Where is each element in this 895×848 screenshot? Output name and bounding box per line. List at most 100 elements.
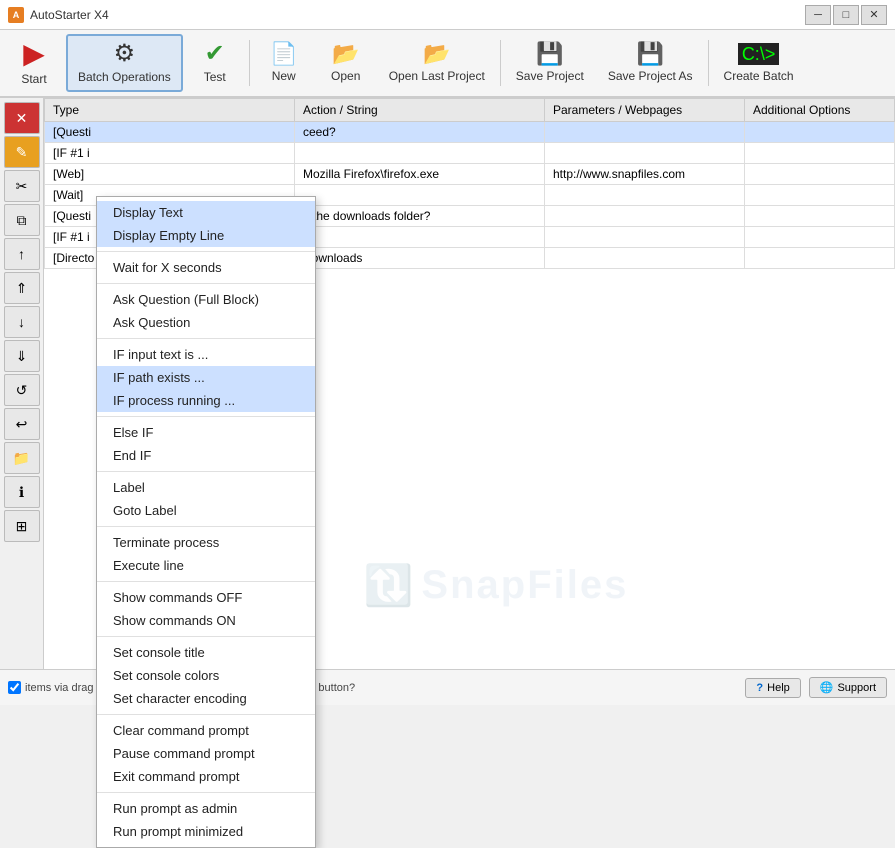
menu-item-show-commands-on[interactable]: Show commands ON [97, 609, 315, 632]
save-as-label: Save Project As [608, 69, 693, 83]
menu-item-set-char-encoding[interactable]: Set character encoding [97, 687, 315, 710]
batch-operations-button[interactable]: ⚙ Batch Operations [66, 34, 183, 92]
table-row[interactable]: [Questiceed? [45, 122, 895, 143]
scissors-button[interactable]: ✂ [4, 170, 40, 202]
menu-item-pause-command-prompt[interactable]: Pause command prompt [97, 742, 315, 765]
menu-item-display-text[interactable]: Display Text [97, 201, 315, 224]
create-batch-button[interactable]: C:\> Create Batch [713, 34, 805, 92]
save-button[interactable]: 💾 Save Project [505, 34, 595, 92]
table-cell: ceed? [295, 122, 545, 143]
table-cell: Mozilla Firefox\firefox.exe [295, 164, 545, 185]
menu-separator [97, 636, 315, 637]
table-cell [295, 143, 545, 164]
help-icon: ? [756, 682, 763, 694]
start-button[interactable]: ▶ Start [4, 34, 64, 92]
support-button[interactable]: 🌐 Support [809, 677, 887, 698]
table-cell [745, 206, 895, 227]
table-row[interactable]: [Web]Mozilla Firefox\firefox.exehttp://w… [45, 164, 895, 185]
delete-button[interactable]: ✕ [4, 102, 40, 134]
menu-item-display-empty-line[interactable]: Display Empty Line [97, 224, 315, 247]
menu-item-set-console-title[interactable]: Set console title [97, 641, 315, 664]
table-cell [545, 185, 745, 206]
move-down-button[interactable]: ↓ [4, 306, 40, 338]
table-cell [545, 206, 745, 227]
folder-button[interactable]: 📁 [4, 442, 40, 474]
support-icon: 🌐 [820, 681, 834, 694]
menu-item-if-process-running[interactable]: IF process running ... [97, 389, 315, 412]
toolbar-sep-1 [249, 40, 250, 86]
save-label: Save Project [516, 69, 584, 83]
batch-icon: ⚙ [114, 42, 136, 66]
help-button[interactable]: ? Help [745, 678, 800, 698]
table-cell [745, 248, 895, 269]
menu-item-else-if[interactable]: Else IF [97, 421, 315, 444]
move-bottom-button[interactable]: ⇓ [4, 340, 40, 372]
create-batch-label: Create Batch [724, 69, 794, 83]
main-content: ✕ ✎ ✂ ⧉ ↑ ⇑ ↓ ⇓ ↺ ↩ 📁 ℹ ⊞ 🔃 SnapFiles Ty… [0, 98, 895, 669]
maximize-button[interactable]: □ [833, 5, 859, 25]
menu-item-show-commands-off[interactable]: Show commands OFF [97, 586, 315, 609]
menu-item-run-prompt-admin[interactable]: Run prompt as admin [97, 797, 315, 820]
test-icon: ✔ [205, 42, 225, 66]
menu-item-terminate-process[interactable]: Terminate process [97, 531, 315, 554]
col-params: Parameters / Webpages [545, 99, 745, 122]
menu-item-ask-question-full[interactable]: Ask Question (Full Block) [97, 288, 315, 311]
watermark: 🔃 SnapFiles [364, 562, 629, 609]
copy-button[interactable]: ⧉ [4, 204, 40, 236]
menu-item-set-console-colors[interactable]: Set console colors [97, 664, 315, 687]
edit-button[interactable]: ✎ [4, 136, 40, 168]
move-top-button[interactable]: ⇑ [4, 272, 40, 304]
help-label: Help [767, 682, 790, 694]
test-button[interactable]: ✔ Test [185, 34, 245, 92]
save-as-button[interactable]: 💾 Save Project As [597, 34, 704, 92]
undo-button[interactable]: ↩ [4, 408, 40, 440]
open-last-label: Open Last Project [389, 69, 485, 83]
menu-separator [97, 251, 315, 252]
grid-button[interactable]: ⊞ [4, 510, 40, 542]
menu-separator [97, 283, 315, 284]
menu-item-exit-command-prompt[interactable]: Exit command prompt [97, 765, 315, 788]
menu-separator [97, 338, 315, 339]
batch-label: Batch Operations [78, 70, 171, 84]
menu-item-ask-question[interactable]: Ask Question [97, 311, 315, 334]
table-cell: [Web] [45, 164, 295, 185]
table-cell [545, 143, 745, 164]
menu-item-wait-for-x[interactable]: Wait for X seconds [97, 256, 315, 279]
close-button[interactable]: ✕ [861, 5, 887, 25]
menu-separator [97, 526, 315, 527]
table-cell [745, 227, 895, 248]
refresh-button[interactable]: ↺ [4, 374, 40, 406]
menu-item-run-prompt-minimized[interactable]: Run prompt minimized [97, 820, 315, 843]
menu-item-execute-line[interactable]: Execute line [97, 554, 315, 577]
table-row[interactable]: [IF #1 i [45, 143, 895, 164]
menu-separator [97, 792, 315, 793]
minimize-button[interactable]: ─ [805, 5, 831, 25]
table-cell [745, 185, 895, 206]
open-label: Open [331, 69, 360, 83]
create-batch-icon: C:\> [738, 43, 780, 65]
menu-item-clear-command-prompt[interactable]: Clear command prompt [97, 719, 315, 742]
table-cell [745, 164, 895, 185]
col-action: Action / String [295, 99, 545, 122]
new-button[interactable]: 📄 New [254, 34, 314, 92]
sidebar: ✕ ✎ ✂ ⧉ ↑ ⇑ ↓ ⇓ ↺ ↩ 📁 ℹ ⊞ [0, 98, 44, 669]
toolbar-sep-3 [708, 40, 709, 86]
open-button[interactable]: 📂 Open [316, 34, 376, 92]
table-cell: [Questi [45, 122, 295, 143]
open-last-button[interactable]: 📂 Open Last Project [378, 34, 496, 92]
move-up-button[interactable]: ↑ [4, 238, 40, 270]
test-label: Test [204, 70, 226, 84]
watermark-icon: 🔃 [364, 562, 414, 609]
menu-separator [97, 714, 315, 715]
menu-item-if-input-text[interactable]: IF input text is ... [97, 343, 315, 366]
table-cell [745, 122, 895, 143]
table-cell: n the downloads folder? [295, 206, 545, 227]
menu-item-label[interactable]: Label [97, 476, 315, 499]
info-button[interactable]: ℹ [4, 476, 40, 508]
menu-item-goto-label[interactable]: Goto Label [97, 499, 315, 522]
drag-drop-checkbox[interactable] [8, 681, 21, 694]
menu-item-if-path-exists[interactable]: IF path exists ... [97, 366, 315, 389]
table-cell: http://www.snapfiles.com [545, 164, 745, 185]
menu-item-end-if[interactable]: End IF [97, 444, 315, 467]
dropdown-menu: Display TextDisplay Empty Line Wait for X… [96, 196, 316, 848]
